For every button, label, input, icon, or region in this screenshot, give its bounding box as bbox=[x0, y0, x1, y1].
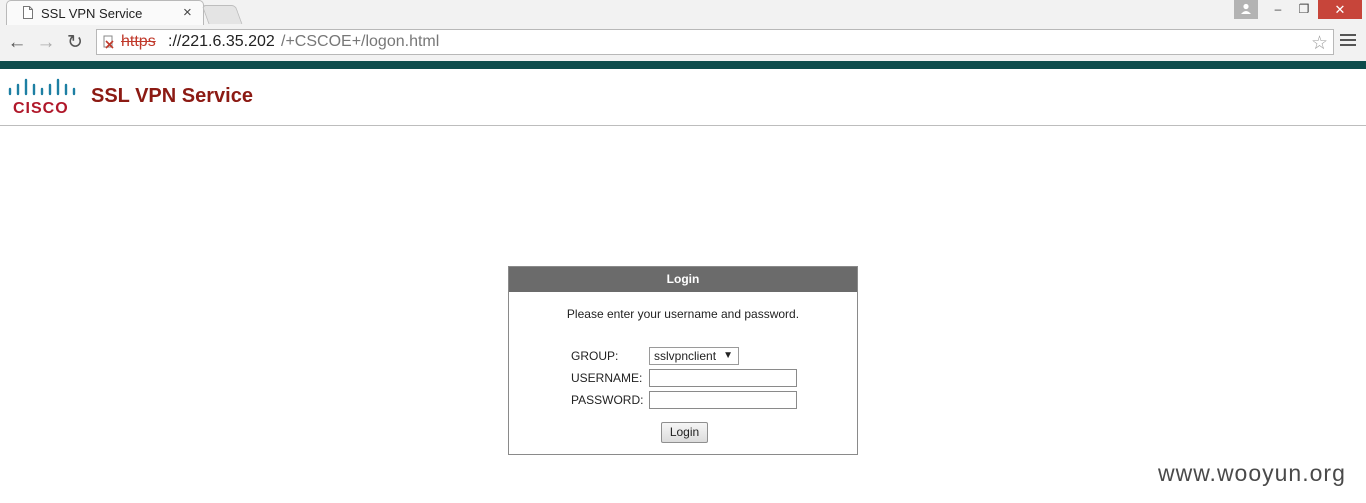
dropdown-arrow-icon: ▼ bbox=[723, 350, 733, 361]
insecure-lock-icon bbox=[103, 35, 114, 49]
watermark: www.wooyun.org bbox=[1158, 460, 1346, 486]
login-prompt: Please enter your username and password. bbox=[566, 307, 800, 321]
cisco-wordmark: CISCO bbox=[13, 100, 69, 117]
close-window-button[interactable]: ✕ bbox=[1318, 0, 1362, 19]
login-panel: Login Please enter your username and pas… bbox=[508, 266, 858, 455]
login-panel-header: Login bbox=[509, 267, 857, 292]
password-label: PASSWORD: bbox=[571, 393, 644, 407]
address-bar[interactable]: https ://221.6.35.202 /+CSCOE+/logon.htm… bbox=[96, 29, 1334, 55]
close-tab-icon[interactable]: × bbox=[183, 4, 192, 21]
page-title: SSL VPN Service bbox=[91, 85, 253, 107]
new-tab-button[interactable] bbox=[201, 5, 243, 24]
reload-icon[interactable]: ↻ bbox=[64, 32, 86, 54]
back-arrow-icon[interactable]: ← bbox=[6, 32, 28, 54]
page-top-band bbox=[0, 61, 1366, 69]
url-scheme: https bbox=[121, 33, 156, 50]
menu-icon[interactable] bbox=[1340, 34, 1356, 48]
url-path: /+CSCOE+/logon.html bbox=[281, 33, 440, 50]
page-icon bbox=[23, 6, 33, 19]
browser-toolbar: ← → ↻ https ://221.6.35.202 /+CSCOE+/log… bbox=[0, 25, 1366, 61]
group-label: GROUP: bbox=[571, 349, 619, 363]
minimize-button[interactable]: – bbox=[1265, 0, 1291, 19]
username-label: USERNAME: bbox=[571, 371, 643, 385]
page-header: CISCO SSL VPN Service bbox=[0, 69, 1366, 126]
login-button[interactable]: Login bbox=[661, 422, 708, 443]
url-host: ://221.6.35.202 bbox=[168, 33, 275, 50]
tab-strip: SSL VPN Service × – ❐ ✕ bbox=[0, 0, 1366, 25]
forward-arrow-icon[interactable]: → bbox=[35, 32, 57, 54]
group-select-value: sslvpnclient bbox=[654, 349, 717, 363]
restore-button[interactable]: ❐ bbox=[1291, 0, 1317, 19]
tab-title: SSL VPN Service bbox=[41, 6, 143, 21]
browser-tab[interactable]: SSL VPN Service × bbox=[6, 0, 204, 25]
group-select[interactable]: sslvpnclient ▼ bbox=[649, 347, 739, 365]
password-input[interactable] bbox=[649, 391, 797, 409]
bookmark-star-icon[interactable]: ☆ bbox=[1311, 32, 1328, 55]
username-input[interactable] bbox=[649, 369, 797, 387]
user-icon[interactable] bbox=[1234, 0, 1258, 19]
